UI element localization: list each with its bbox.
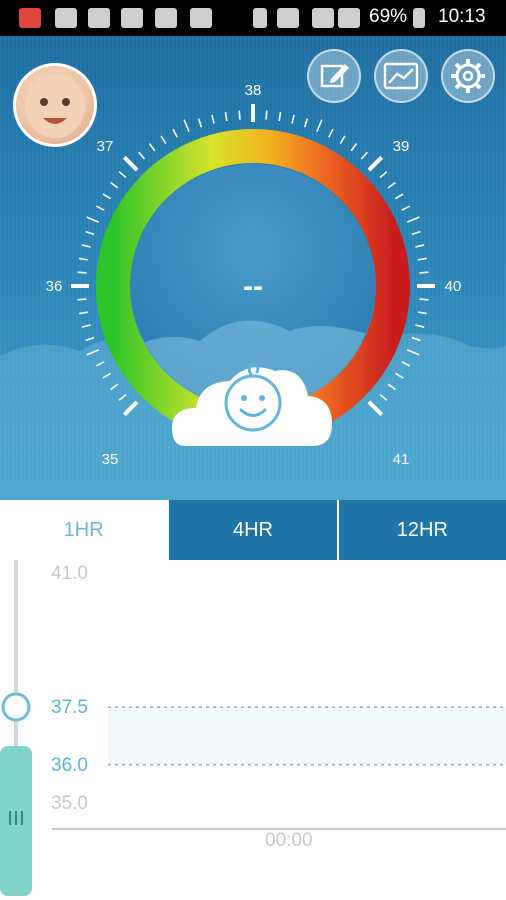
gauge-tick bbox=[367, 155, 384, 172]
temperature-reading: -- bbox=[243, 270, 263, 303]
security-icon bbox=[19, 8, 41, 28]
gauge-label-39: 39 bbox=[393, 138, 410, 155]
y-tick-41: 41.0 bbox=[51, 563, 88, 584]
gauge-tick bbox=[406, 216, 420, 223]
x-tick-start: 00:00 bbox=[265, 830, 313, 851]
gauge-label-37: 37 bbox=[97, 138, 114, 155]
gauge-tick bbox=[81, 244, 91, 248]
bluetooth-icon bbox=[253, 8, 267, 28]
gauge-tick bbox=[172, 128, 178, 138]
gauge-tick bbox=[197, 118, 203, 128]
gauge-tick bbox=[238, 110, 241, 120]
phone-icon bbox=[121, 8, 143, 28]
gauge-tick bbox=[328, 128, 334, 138]
time-scrubber-knob[interactable] bbox=[1, 692, 31, 722]
gauge-tick bbox=[367, 400, 384, 417]
temperature-history-chart: 41.0 37.5 36.0 35.0 00:00 bbox=[0, 560, 506, 900]
gauge-tick bbox=[419, 298, 429, 301]
gauge-tick bbox=[122, 400, 139, 417]
gauge-tick bbox=[110, 181, 119, 189]
clock: 10:13 bbox=[438, 6, 486, 27]
chart-canvas bbox=[0, 560, 506, 896]
photos-icon bbox=[190, 8, 212, 28]
y-tick-36: 36.0 bbox=[51, 755, 88, 776]
signal-icon bbox=[338, 8, 360, 28]
tab-1hr[interactable]: 1HR bbox=[0, 500, 168, 560]
gauge-label-35: 35 bbox=[102, 451, 119, 468]
gauge-tick bbox=[291, 114, 295, 124]
gauge-tick bbox=[394, 193, 404, 200]
gauge-tick bbox=[303, 118, 309, 128]
tab-12hr[interactable]: 12HR bbox=[336, 500, 506, 560]
normal-range-band bbox=[108, 707, 506, 765]
gauge-tick bbox=[417, 257, 427, 261]
gauge-tick bbox=[86, 216, 100, 223]
gauge-tick bbox=[95, 205, 105, 211]
gauge-tick bbox=[95, 361, 105, 367]
gauge-tick bbox=[417, 311, 427, 315]
battery-percent: 69% bbox=[369, 6, 408, 27]
gauge-tick bbox=[350, 143, 358, 152]
range-tabs: 1HR 4HR 12HR bbox=[0, 500, 506, 560]
gauge-tick bbox=[278, 112, 282, 122]
temperature-gauge: 35 36 37 38 39 40 41 bbox=[46, 82, 462, 468]
gauge-tick bbox=[118, 393, 127, 401]
y-tick-37-5: 37.5 bbox=[51, 697, 88, 718]
gauge-tick bbox=[79, 257, 89, 261]
notification-icon bbox=[55, 8, 77, 28]
gauge-tick bbox=[401, 205, 411, 211]
gauge-tick bbox=[387, 181, 396, 189]
gauge-tick bbox=[387, 383, 396, 391]
gauge-label-36: 36 bbox=[46, 278, 63, 295]
gauge-tick bbox=[411, 336, 421, 342]
gauge-tick bbox=[183, 119, 190, 133]
gauge-tick bbox=[406, 349, 420, 356]
gauge-label-40: 40 bbox=[445, 278, 462, 295]
gauge-tick bbox=[415, 324, 425, 328]
y-tick-35: 35.0 bbox=[51, 793, 88, 814]
cloud-icon bbox=[88, 8, 110, 28]
gauge-label-41: 41 bbox=[393, 451, 410, 468]
mute-icon bbox=[277, 8, 299, 28]
gauge-tick bbox=[401, 361, 411, 367]
gauge-tick bbox=[86, 349, 100, 356]
gauge-tick bbox=[85, 230, 95, 236]
gauge-tick bbox=[79, 311, 89, 315]
gauge-tick bbox=[379, 393, 388, 401]
gauge-tick bbox=[102, 193, 112, 200]
gauge-tick bbox=[265, 110, 268, 120]
gauge-tick bbox=[81, 324, 91, 328]
gauge-tick bbox=[411, 230, 421, 236]
gauge-tick bbox=[360, 151, 368, 160]
gauge-tick bbox=[211, 114, 215, 124]
gauge-tick bbox=[160, 135, 167, 145]
gauge-tick bbox=[224, 112, 228, 122]
gauge-tick bbox=[85, 336, 95, 342]
gauge-tick bbox=[419, 271, 429, 274]
gauge-tick bbox=[379, 171, 388, 179]
status-bar: 69% 10:13 bbox=[0, 0, 506, 36]
gauge-tick bbox=[316, 119, 323, 133]
gauge-tick bbox=[415, 244, 425, 248]
gauge-tick bbox=[110, 383, 119, 391]
gauge-tick bbox=[339, 135, 346, 145]
gauge-tick bbox=[77, 271, 87, 274]
gauge-label-38: 38 bbox=[245, 82, 262, 99]
gauge-tick bbox=[122, 155, 139, 172]
gauge-tick bbox=[148, 143, 156, 152]
gauge-tick bbox=[102, 372, 112, 379]
gauge-tick bbox=[77, 298, 87, 301]
image-icon bbox=[155, 8, 177, 28]
battery-icon bbox=[413, 8, 425, 28]
gauge-tick bbox=[138, 151, 146, 160]
gauge-tick bbox=[394, 372, 404, 379]
gauge-tick bbox=[118, 171, 127, 179]
tab-4hr[interactable]: 4HR bbox=[167, 500, 337, 560]
wifi-icon bbox=[312, 8, 334, 28]
